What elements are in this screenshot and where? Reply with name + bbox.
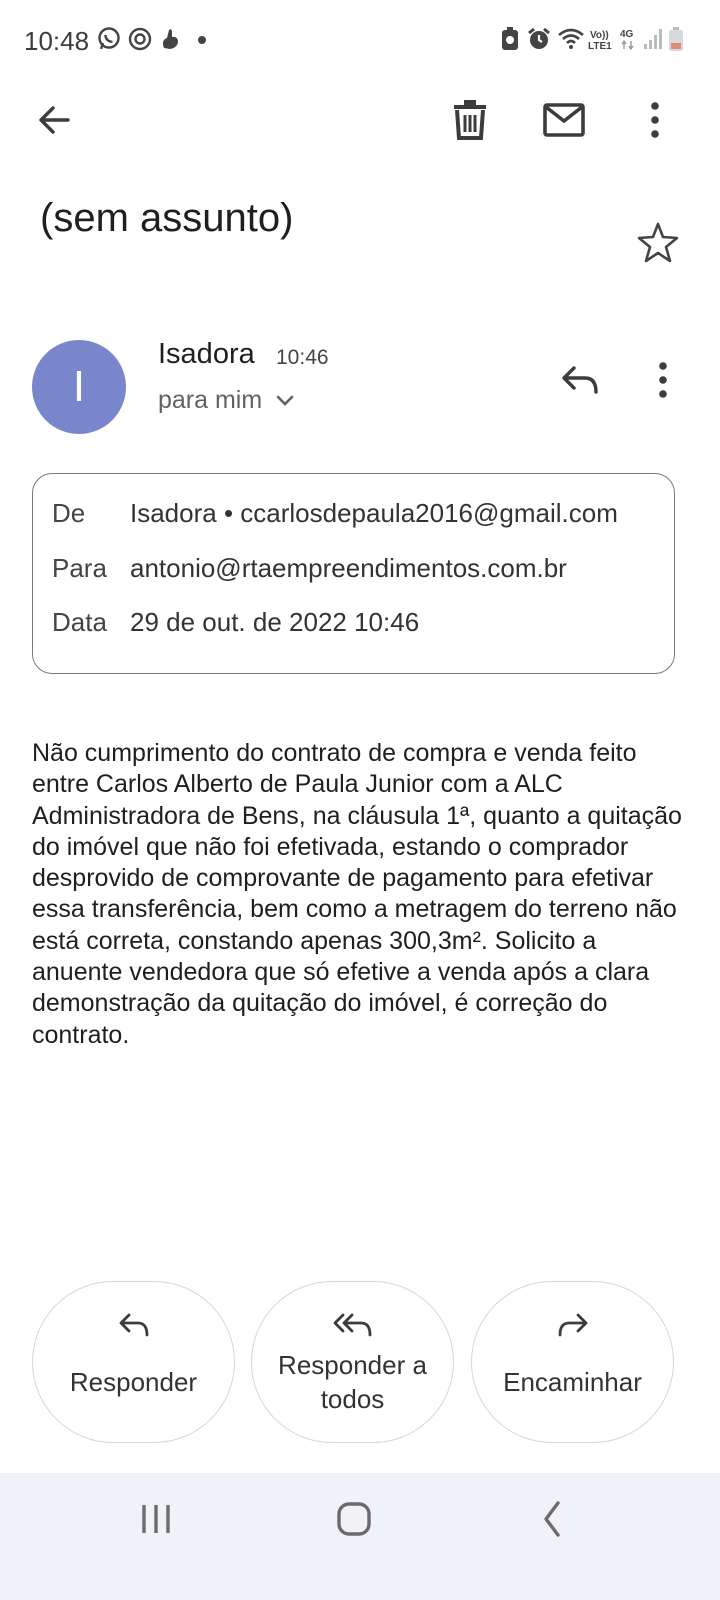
mail-icon xyxy=(543,103,585,137)
message-more-button[interactable] xyxy=(633,350,693,410)
reply-label: Responder xyxy=(69,1367,198,1397)
arrow-left-icon xyxy=(39,106,70,134)
date-label: Data xyxy=(52,607,107,637)
star-button[interactable] xyxy=(636,220,680,264)
forward-button[interactable]: Encaminhar xyxy=(471,1281,674,1443)
whatsapp-icon xyxy=(98,27,120,50)
trash-icon xyxy=(454,100,486,140)
delete-button[interactable] xyxy=(440,90,500,150)
home-icon xyxy=(337,1502,371,1536)
hand-app-icon xyxy=(163,29,178,49)
recipient-summary: para mim xyxy=(158,386,263,414)
recent-apps-icon xyxy=(142,1505,170,1533)
email-subject: (sem assunto) xyxy=(40,196,294,240)
reply-all-icon xyxy=(333,1313,371,1337)
signal-icon xyxy=(644,29,662,49)
system-back-button[interactable] xyxy=(522,1497,582,1541)
notification-dot-icon xyxy=(198,36,206,44)
battery-saver-icon xyxy=(502,27,518,50)
more-options-button[interactable] xyxy=(625,90,685,150)
chevron-left-icon xyxy=(544,1501,560,1537)
forward-icon xyxy=(558,1313,587,1337)
more-vertical-icon xyxy=(651,102,659,138)
status-bar: 10:48 Vo)) LTE1 4G xyxy=(0,0,720,80)
reply-icon xyxy=(119,1313,148,1337)
reply-button[interactable]: Responder xyxy=(32,1281,235,1443)
data-arrows-icon xyxy=(621,40,634,50)
sender-name: Isadora xyxy=(158,338,255,370)
wifi-icon xyxy=(558,28,584,49)
email-details-card: De Isadora • ccarlosdepaula2016@gmail.co… xyxy=(32,473,675,674)
reply-button-header[interactable] xyxy=(550,350,610,410)
email-body: Não cumprimento do contrato de compra e … xyxy=(32,739,682,1049)
reply-all-label-line2: todos xyxy=(320,1384,385,1414)
reply-icon xyxy=(562,366,598,394)
recipient-toggle[interactable]: para mim xyxy=(158,386,294,415)
back-button[interactable] xyxy=(24,90,84,150)
lte-indicator: LTE1 xyxy=(588,41,612,52)
reply-all-label-line1: Responder a xyxy=(278,1350,427,1380)
battery-icon xyxy=(669,27,683,51)
from-value: Isadora • ccarlosdepaula2016@gmail.com xyxy=(130,498,618,528)
status-time: 10:48 xyxy=(24,26,90,56)
home-button[interactable] xyxy=(324,1497,384,1541)
alarm-icon xyxy=(528,27,550,49)
volte-indicator: Vo)) xyxy=(590,30,609,41)
sender-avatar[interactable]: I xyxy=(32,340,126,434)
mark-unread-button[interactable] xyxy=(534,90,594,150)
recent-apps-button[interactable] xyxy=(126,1499,186,1539)
date-value: 29 de out. de 2022 10:46 xyxy=(130,607,420,637)
sender-time: 10:46 xyxy=(276,346,329,369)
forward-label: Encaminhar xyxy=(503,1367,642,1397)
to-value: antonio@rtaempreendimentos.com.br xyxy=(130,553,567,583)
network-type: 4G xyxy=(620,29,634,40)
chevron-down-icon xyxy=(276,395,294,406)
to-label: Para xyxy=(52,553,107,583)
sync-app-icon xyxy=(128,27,152,51)
reply-all-button[interactable]: Responder a todos xyxy=(251,1281,454,1443)
system-nav-bar xyxy=(0,1473,720,1600)
star-icon xyxy=(637,222,679,263)
from-label: De xyxy=(52,498,86,528)
more-vertical-icon xyxy=(659,362,667,398)
